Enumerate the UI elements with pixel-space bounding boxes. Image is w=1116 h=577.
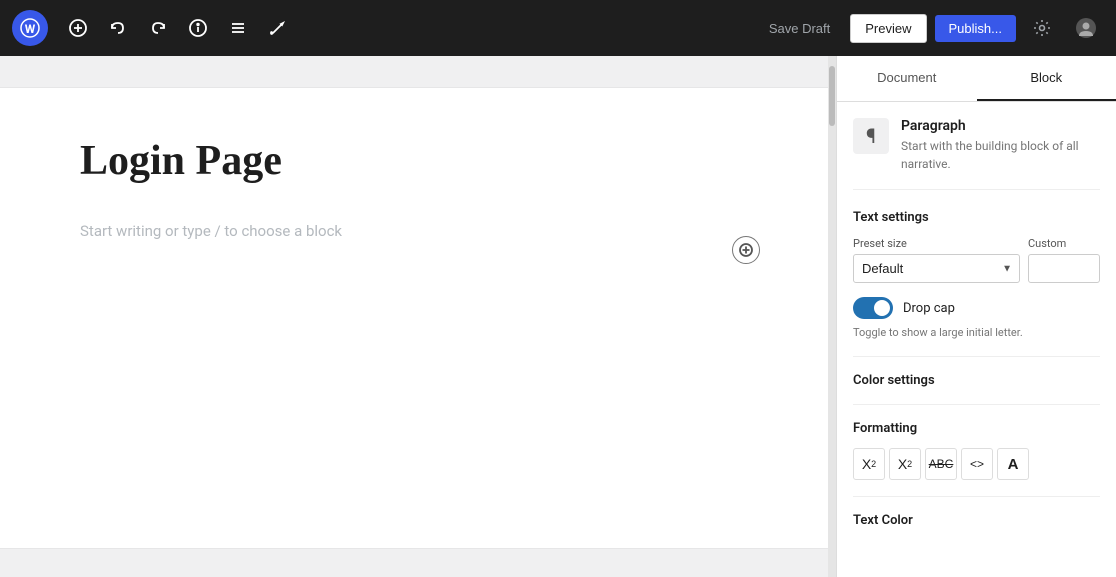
settings-button[interactable] <box>1024 10 1060 46</box>
drop-cap-toggle[interactable] <box>853 297 893 319</box>
tools-button[interactable] <box>260 10 296 46</box>
panel-tabs: Document Block <box>837 56 1116 102</box>
text-color-header: Text Color <box>853 513 1100 528</box>
right-panel: Document Block ¶ Paragraph Start with th… <box>836 56 1116 577</box>
preset-size-select[interactable]: Default Small Normal Medium Large Extra … <box>853 254 1020 283</box>
custom-size-input[interactable] <box>1028 254 1100 283</box>
block-info: ¶ Paragraph Start with the building bloc… <box>853 118 1100 190</box>
custom-size-label: Custom <box>1028 237 1100 250</box>
text-color-section: Text Color <box>853 513 1100 528</box>
list-view-button[interactable] <box>220 10 256 46</box>
preview-button[interactable]: Preview <box>850 14 926 43</box>
format-buttons-row: X2 X2 ABC <> A <box>853 448 1100 480</box>
drop-cap-label: Drop cap <box>903 301 955 316</box>
page-title[interactable]: Login Page <box>80 136 748 186</box>
block-info-text: Paragraph Start with the building block … <box>901 118 1100 173</box>
editor-placeholder-area[interactable]: Start writing or type / to choose a bloc… <box>80 218 748 244</box>
text-settings-section: Text settings Preset size Default Small … <box>853 210 1100 340</box>
subscript-button[interactable]: X2 <box>889 448 921 480</box>
toolbar: W <box>0 0 1116 56</box>
save-draft-button[interactable]: Save Draft <box>757 15 842 42</box>
panel-content: ¶ Paragraph Start with the building bloc… <box>837 102 1116 544</box>
toolbar-right: Save Draft Preview Publish... <box>757 10 1104 46</box>
color-settings-header: Color settings <box>853 373 1100 388</box>
redo-button[interactable] <box>140 10 176 46</box>
svg-text:W: W <box>25 22 36 36</box>
tab-document[interactable]: Document <box>837 56 977 101</box>
strikethrough-button[interactable]: ABC <box>925 448 957 480</box>
divider-1 <box>853 356 1100 357</box>
main-area: Login Page Start writing or type / to ch… <box>0 56 1116 577</box>
preset-row: Preset size Default Small Normal Medium … <box>853 237 1100 283</box>
code-button[interactable]: <> <box>961 448 993 480</box>
preset-select-wrapper: Default Small Normal Medium Large Extra … <box>853 254 1020 283</box>
editor-canvas: Login Page Start writing or type / to ch… <box>0 88 828 548</box>
formatting-section: Formatting X2 X2 ABC <> A <box>853 421 1100 480</box>
color-settings-section: Color settings <box>853 373 1100 388</box>
drop-cap-toggle-row: Drop cap <box>853 297 1100 319</box>
formatting-header: Formatting <box>853 421 1100 436</box>
publish-button[interactable]: Publish... <box>935 15 1016 42</box>
block-name: Paragraph <box>901 118 1100 134</box>
scrollbar-thumb[interactable] <box>829 66 835 126</box>
add-block-toolbar-button[interactable] <box>60 10 96 46</box>
toggle-thumb <box>874 300 890 316</box>
superscript-button[interactable]: X2 <box>853 448 885 480</box>
tab-block[interactable]: Block <box>977 56 1116 101</box>
divider-2 <box>853 404 1100 405</box>
wp-logo-button[interactable]: W <box>12 10 48 46</box>
editor-scrollbar[interactable] <box>828 56 836 577</box>
drop-cap-description: Toggle to show a large initial letter. <box>853 325 1100 340</box>
divider-3 <box>853 496 1100 497</box>
text-settings-header: Text settings <box>853 210 1100 225</box>
block-description: Start with the building block of all nar… <box>901 137 1100 173</box>
custom-size-col: Custom <box>1028 237 1100 283</box>
text-format-button[interactable]: A <box>997 448 1029 480</box>
block-type-icon: ¶ <box>853 118 889 154</box>
inline-add-block-button[interactable] <box>732 236 760 264</box>
preset-size-label: Preset size <box>853 237 1020 250</box>
editor-area[interactable]: Login Page Start writing or type / to ch… <box>0 56 828 577</box>
undo-button[interactable] <box>100 10 136 46</box>
info-button[interactable] <box>180 10 216 46</box>
placeholder-text: Start writing or type / to choose a bloc… <box>80 222 342 240</box>
user-button[interactable] <box>1068 10 1104 46</box>
preset-size-col: Preset size Default Small Normal Medium … <box>853 237 1020 283</box>
